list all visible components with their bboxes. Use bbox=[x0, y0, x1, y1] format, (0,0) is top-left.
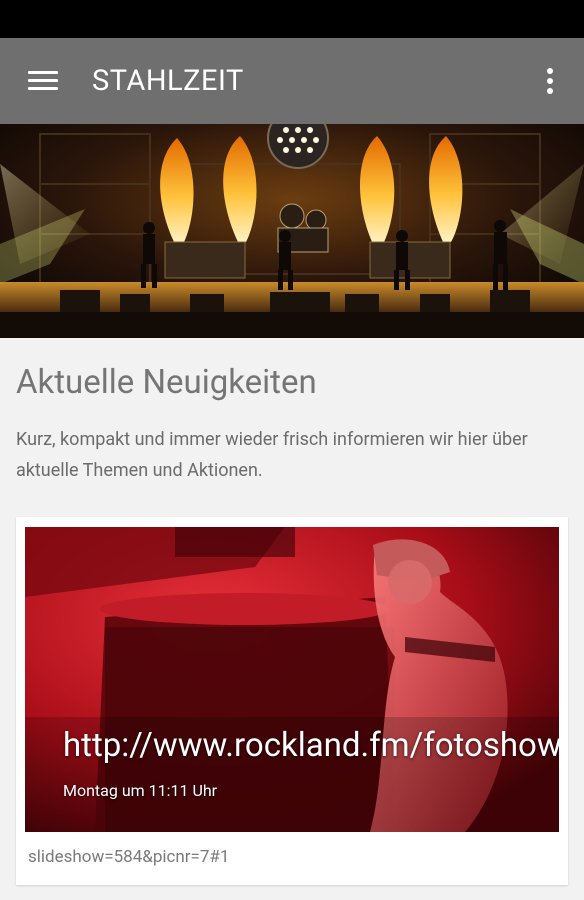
app-title: STAHLZEIT bbox=[92, 64, 244, 98]
section-description: Kurz, kompakt und immer wieder frisch in… bbox=[16, 429, 528, 481]
news-url-text[interactable]: slideshow=584&picnr=7#1 bbox=[28, 843, 229, 871]
status-bar bbox=[0, 0, 584, 38]
app-bar: STAHLZEIT bbox=[0, 38, 584, 124]
news-headline[interactable]: http://www.rockland.fm/fotoshow bbox=[63, 725, 559, 767]
news-card[interactable]: http://www.rockland.fm/fotoshow Montag u… bbox=[16, 517, 568, 885]
hamburger-menu-icon[interactable] bbox=[28, 67, 58, 93]
news-date: Montag um 11:11 Uhr bbox=[63, 781, 218, 800]
overflow-menu-icon[interactable] bbox=[538, 66, 562, 96]
section-title: Aktuelle Neuigkeiten bbox=[16, 363, 317, 402]
header-concert-image bbox=[0, 124, 584, 338]
news-card-image[interactable]: http://www.rockland.fm/fotoshow Montag u… bbox=[25, 527, 559, 832]
